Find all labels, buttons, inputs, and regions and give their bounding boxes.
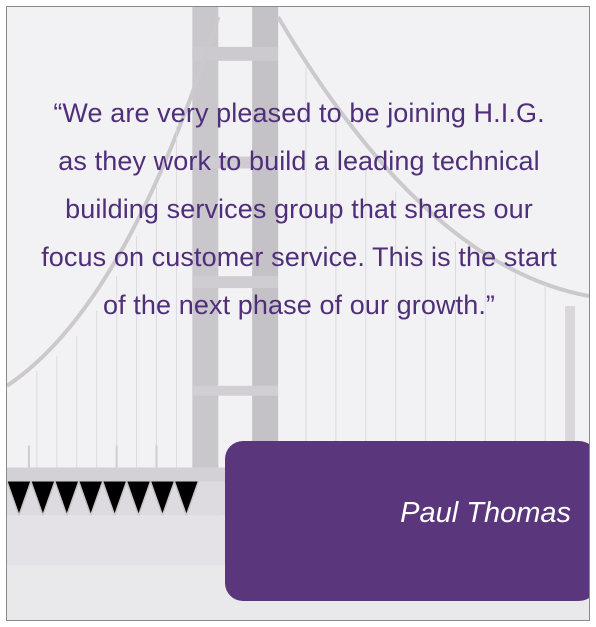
testimonial-card: “We are very pleased to be joining H.I.G…: [6, 6, 590, 621]
author-name: Paul Thomas: [400, 497, 571, 529]
testimonial-quote: “We are very pleased to be joining H.I.G…: [41, 98, 557, 320]
author-box: Paul Thomas: [225, 441, 589, 601]
